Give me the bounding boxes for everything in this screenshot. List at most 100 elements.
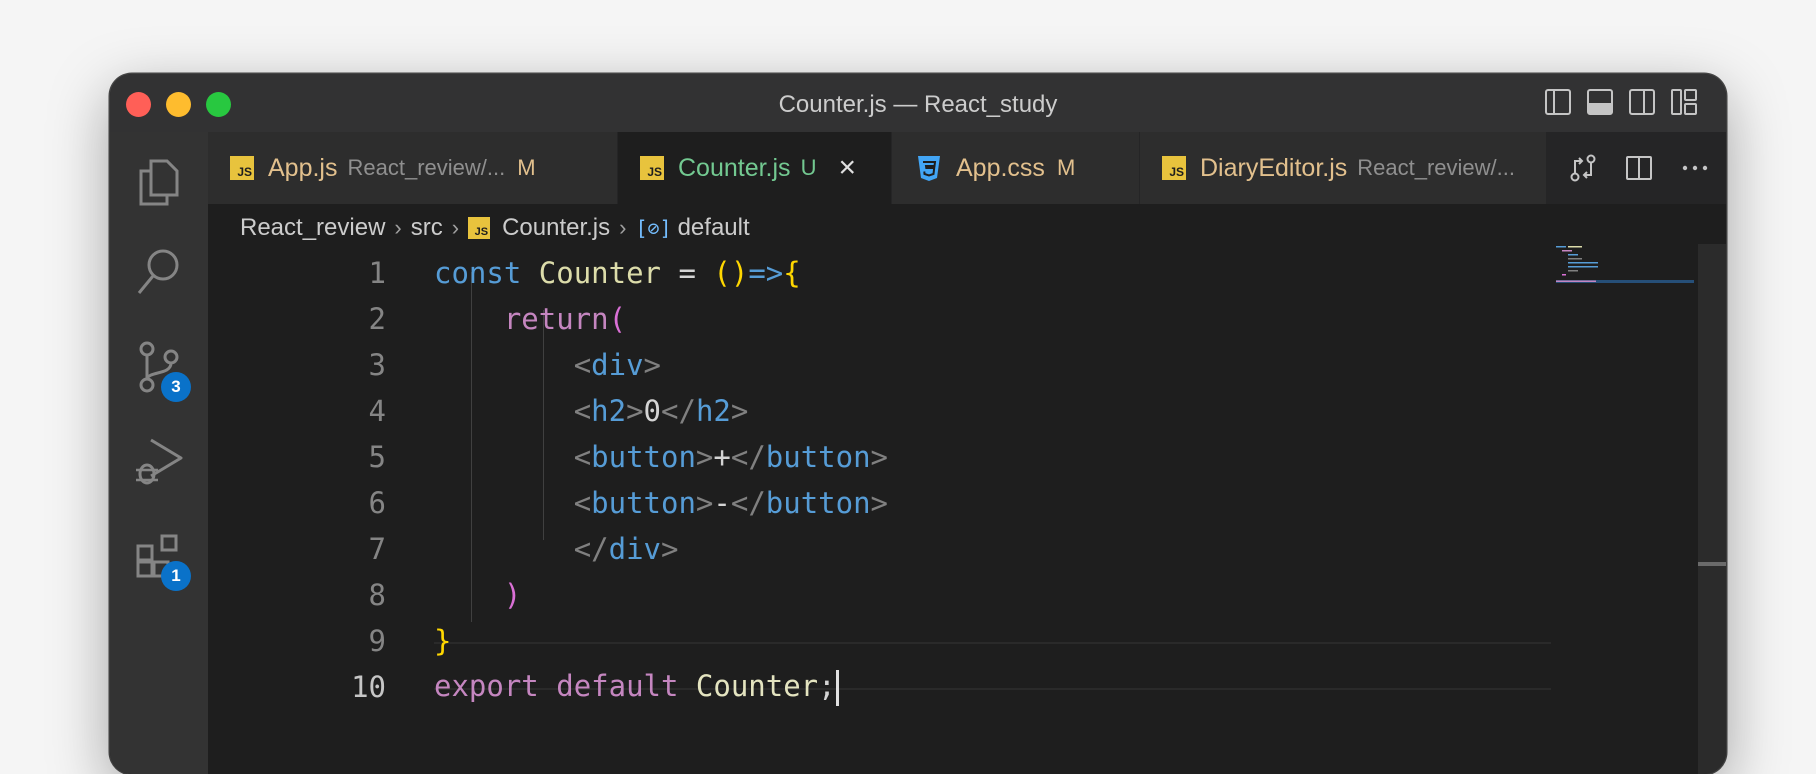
code-text: ) [434, 578, 521, 612]
text-cursor [835, 669, 839, 706]
code-token: h2 [695, 394, 731, 428]
breadcrumb-symbol[interactable]: default [678, 214, 750, 242]
code-token: Counter [695, 668, 819, 703]
line-number: 1 [368, 256, 386, 290]
tab-label: App.js [268, 153, 338, 182]
code-text: <button>-</button> [434, 486, 888, 520]
tab-app-css[interactable]: App.css M [892, 132, 1140, 204]
code-token: => [748, 256, 784, 290]
toggle-secondary-sidebar-icon[interactable] [1628, 88, 1656, 116]
tab-counter-js[interactable]: JS Counter.js U × [618, 132, 892, 204]
vertical-scrollbar[interactable] [1698, 244, 1726, 774]
code-token: 0 [643, 394, 662, 428]
code-token: export [434, 668, 539, 703]
tab-status: M [517, 155, 536, 180]
code-line[interactable]: 2 return( [208, 296, 627, 342]
breadcrumb-folder[interactable]: src [411, 214, 443, 242]
source-control-badge: 3 [161, 372, 191, 402]
line-number: 3 [368, 348, 386, 382]
code-text: } [434, 624, 451, 658]
code-line[interactable]: 5 <button>+</button> [208, 434, 888, 480]
minimap[interactable] [1556, 244, 1694, 284]
toggle-panel-icon[interactable] [1586, 88, 1614, 116]
code-token: ) [503, 578, 522, 612]
activity-search[interactable] [110, 232, 208, 312]
code-line[interactable]: 1 const Counter = ()=>{ [208, 250, 801, 296]
customize-layout-icon[interactable] [1670, 88, 1698, 116]
code-token: < [573, 394, 592, 428]
code-line[interactable]: 7 </div> [208, 526, 679, 572]
more-actions-icon[interactable] [1680, 153, 1710, 183]
search-icon [137, 249, 179, 294]
line-number: 8 [368, 578, 386, 612]
code-token: const [434, 256, 522, 290]
code-token: () [713, 256, 749, 290]
vscode-window: Counter.js — React_study 3 1 JS App.js R… [110, 74, 1726, 774]
line-number: 7 [368, 532, 386, 566]
chevron-right-icon: › [619, 215, 627, 240]
tab-app-js[interactable]: JS App.js React_review/... M [208, 132, 618, 204]
code-token: </ [661, 394, 696, 428]
tab-status: U [800, 155, 817, 180]
code-token: </ [730, 440, 766, 474]
js-file-icon: JS [230, 156, 254, 180]
code-token: - [713, 486, 731, 520]
code-token: button [765, 440, 871, 474]
code-token: < [573, 348, 592, 382]
code-token: button [591, 486, 696, 520]
close-tab-icon[interactable]: × [838, 151, 856, 185]
line-number: 10 [351, 670, 386, 704]
code-token: > [870, 440, 889, 474]
split-editor-icon[interactable] [1624, 153, 1654, 183]
extensions-badge: 1 [161, 561, 191, 591]
breadcrumb-folder[interactable]: React_review [240, 214, 385, 242]
chevron-right-icon: › [394, 215, 402, 240]
code-line[interactable]: 6 <button>-</button> [208, 480, 888, 526]
tab-status: M [1056, 155, 1076, 180]
code-token: ( [608, 302, 627, 336]
code-token: button [765, 486, 871, 520]
activity-source-control[interactable]: 3 [110, 327, 208, 407]
open-changes-icon[interactable] [1568, 153, 1598, 183]
tab-label: Counter.js [678, 153, 791, 182]
code-token: + [713, 440, 731, 474]
code-text: <h2>0</h2> [434, 394, 749, 428]
tab-path: React_review/... [347, 155, 506, 180]
symbol-variable-icon: [⊘] [635, 216, 672, 240]
activity-extensions[interactable]: 1 [110, 517, 208, 597]
scrollbar-thumb[interactable] [1698, 562, 1726, 566]
activity-run-debug[interactable] [110, 422, 208, 502]
breadcrumb-file[interactable]: Counter.js [502, 214, 610, 242]
line-number: 9 [368, 624, 386, 658]
code-line[interactable]: 8 ) [208, 572, 522, 618]
code-token: return [503, 302, 609, 336]
code-line[interactable]: 3 <div> [208, 342, 661, 388]
code-token: </ [730, 486, 766, 520]
tab-diaryeditor-js[interactable]: JS DiaryEditor.js React_review/... [1140, 132, 1550, 204]
toggle-primary-sidebar-icon[interactable] [1544, 88, 1572, 116]
activity-explorer[interactable] [110, 142, 208, 222]
code-token: > [626, 394, 644, 428]
code-editor[interactable]: 1 const Counter = ()=>{ 2 return( 3 <div… [208, 250, 1726, 774]
code-token: div [608, 532, 661, 566]
code-token: h2 [591, 394, 627, 428]
code-line[interactable]: 9 } [208, 618, 452, 664]
code-text: <div> [434, 348, 661, 382]
tab-label: DiaryEditor.js [1200, 153, 1348, 182]
code-line[interactable]: 4 <h2>0</h2> [208, 388, 749, 434]
editor-tab-bar: JS App.js React_review/... M JS Counter.… [208, 132, 1726, 204]
code-token: div [591, 348, 644, 382]
line-number: 2 [368, 302, 386, 336]
code-line[interactable]: 10 export default Counter; [208, 664, 839, 710]
line-number: 6 [368, 486, 386, 520]
css-file-icon [918, 156, 940, 181]
code-token: > [661, 532, 679, 566]
title-bar: Counter.js — React_study [110, 74, 1726, 133]
js-file-icon: JS [468, 217, 491, 239]
